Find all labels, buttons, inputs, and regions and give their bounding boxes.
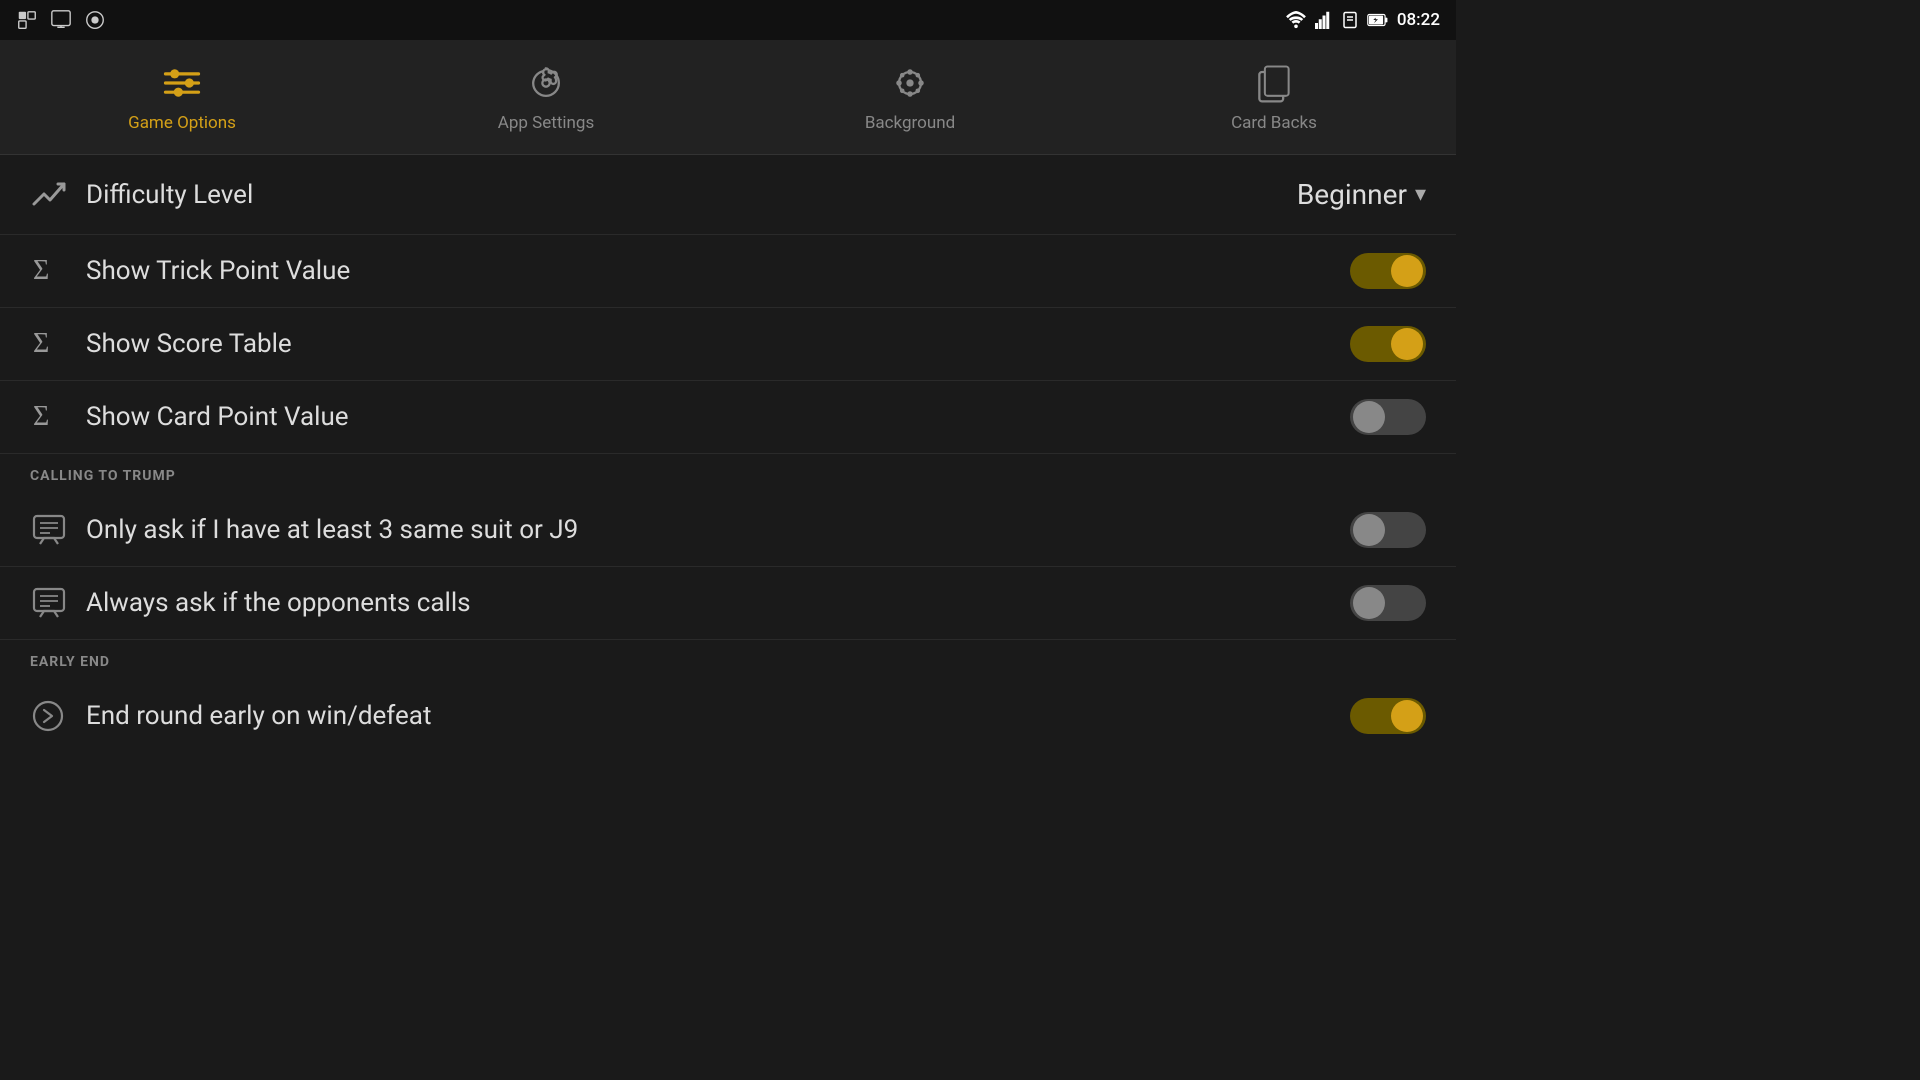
- svg-text:Σ: Σ: [33, 328, 49, 359]
- status-bar-right: 08:22: [1285, 10, 1440, 30]
- app-icon-3: [84, 9, 106, 31]
- end-round-label: End round early on win/defeat: [86, 701, 1350, 731]
- difficulty-icon: [30, 176, 86, 214]
- only-ask-toggle-knob: [1353, 514, 1385, 546]
- battery-icon: [1367, 12, 1389, 28]
- calling-to-trump-header: CALLING TO TRUMP: [0, 454, 1456, 494]
- tab-background-label: Background: [865, 113, 955, 133]
- score-table-icon: Σ: [30, 326, 86, 362]
- trick-point-row[interactable]: Σ Show Trick Point Value: [0, 235, 1456, 308]
- signal-icon: [1315, 11, 1333, 29]
- early-end-header: EARLY END: [0, 640, 1456, 680]
- card-point-toggle[interactable]: [1350, 399, 1426, 435]
- always-ask-icon: [30, 585, 86, 621]
- trick-point-label: Show Trick Point Value: [86, 256, 1350, 286]
- tab-card-backs-label: Card Backs: [1231, 113, 1317, 133]
- card-point-icon: Σ: [30, 399, 86, 435]
- difficulty-dropdown[interactable]: Beginner ▾: [1297, 178, 1426, 211]
- only-ask-icon: [30, 512, 86, 548]
- end-round-row[interactable]: End round early on win/defeat: [0, 680, 1456, 752]
- tab-app-settings[interactable]: App Settings: [364, 40, 728, 154]
- score-table-toggle[interactable]: [1350, 326, 1426, 362]
- difficulty-value: Beginner: [1297, 178, 1407, 211]
- trick-point-icon: Σ: [30, 253, 86, 289]
- always-ask-toggle-container[interactable]: [1350, 585, 1426, 621]
- end-round-toggle-knob: [1391, 700, 1423, 732]
- app-icon-1: [16, 9, 38, 31]
- tab-background[interactable]: Background: [728, 40, 1092, 154]
- card-point-toggle-container[interactable]: [1350, 399, 1426, 435]
- svg-text:Σ: Σ: [33, 401, 49, 432]
- score-table-label: Show Score Table: [86, 329, 1350, 359]
- end-round-icon: [30, 698, 86, 734]
- trick-point-toggle-knob: [1391, 255, 1423, 287]
- always-ask-toggle[interactable]: [1350, 585, 1426, 621]
- trick-point-toggle[interactable]: [1350, 253, 1426, 289]
- trick-point-toggle-container[interactable]: [1350, 253, 1426, 289]
- tab-app-settings-label: App Settings: [498, 113, 594, 133]
- settings-content: Difficulty Level Beginner ▾ Σ Show Trick…: [0, 155, 1456, 752]
- card-point-row[interactable]: Σ Show Card Point Value: [0, 381, 1456, 454]
- only-ask-toggle[interactable]: [1350, 512, 1426, 548]
- only-ask-label: Only ask if I have at least 3 same suit …: [86, 515, 1350, 545]
- only-ask-row[interactable]: Only ask if I have at least 3 same suit …: [0, 494, 1456, 567]
- tab-game-options-label: Game Options: [128, 113, 236, 133]
- end-round-toggle-container[interactable]: [1350, 698, 1426, 734]
- app-icon-2: [50, 9, 72, 31]
- difficulty-row[interactable]: Difficulty Level Beginner ▾: [0, 155, 1456, 235]
- difficulty-label: Difficulty Level: [86, 180, 1297, 210]
- tab-card-backs[interactable]: Card Backs: [1092, 40, 1456, 154]
- end-round-toggle[interactable]: [1350, 698, 1426, 734]
- card-point-toggle-knob: [1353, 401, 1385, 433]
- always-ask-toggle-knob: [1353, 587, 1385, 619]
- tab-game-options[interactable]: Game Options: [0, 40, 364, 154]
- sim-icon: [1341, 11, 1359, 29]
- always-ask-row[interactable]: Always ask if the opponents calls: [0, 567, 1456, 640]
- score-table-toggle-knob: [1391, 328, 1423, 360]
- status-bar-left: [16, 9, 106, 31]
- wifi-icon: [1285, 11, 1307, 29]
- status-bar: 08:22: [0, 0, 1456, 40]
- nav-tabs: Game Options App Settings Background: [0, 40, 1456, 155]
- card-point-label: Show Card Point Value: [86, 402, 1350, 432]
- always-ask-label: Always ask if the opponents calls: [86, 588, 1350, 618]
- svg-text:Σ: Σ: [33, 255, 49, 286]
- score-table-row[interactable]: Σ Show Score Table: [0, 308, 1456, 381]
- status-time: 08:22: [1397, 10, 1440, 30]
- score-table-toggle-container[interactable]: [1350, 326, 1426, 362]
- dropdown-arrow-icon: ▾: [1415, 182, 1426, 207]
- only-ask-toggle-container[interactable]: [1350, 512, 1426, 548]
